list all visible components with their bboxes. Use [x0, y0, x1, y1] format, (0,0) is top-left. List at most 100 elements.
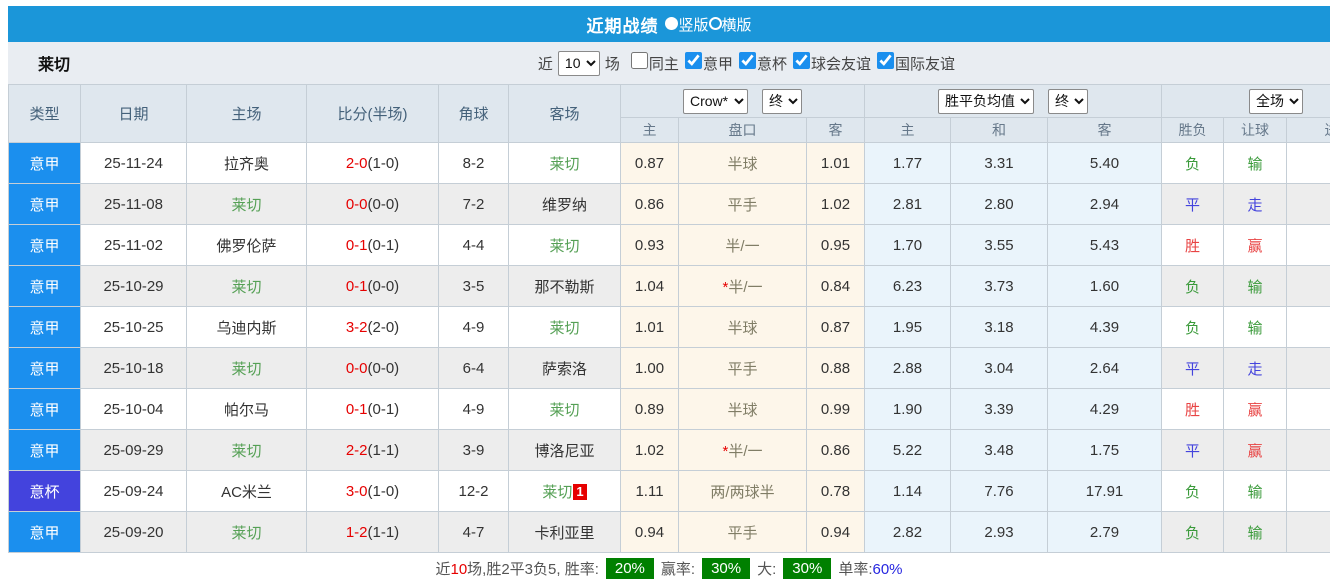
home-team-cell: 莱切 — [187, 430, 307, 471]
league-cell: 意甲 — [9, 225, 81, 266]
filter-checkbox-4[interactable] — [877, 52, 894, 69]
filter-checkbox-label-1[interactable]: 意甲 — [703, 56, 733, 73]
handicap-result-cell: 走 — [1224, 348, 1287, 389]
date-cell: 25-10-29 — [81, 266, 187, 307]
period-select[interactable]: 全场 — [1249, 89, 1303, 114]
avg-type-select[interactable]: 胜平负均值 — [938, 89, 1034, 114]
date-cell: 25-11-08 — [81, 184, 187, 225]
filter-checkbox-1[interactable] — [685, 52, 702, 69]
odds-time-select[interactable]: 终 — [762, 89, 802, 114]
handicap-result-cell: 赢 — [1224, 430, 1287, 471]
header-score: 比分(半场) — [307, 85, 439, 143]
home-team-cell: 帕尔马 — [187, 389, 307, 430]
filter-checkbox-3[interactable] — [793, 52, 810, 69]
table-row: 意甲25-10-18莱切0-0(0-0)6-4萨索洛1.00平手0.882.88… — [9, 348, 1330, 389]
away-team-cell: 莱切 — [509, 307, 621, 348]
avg-group-header: 胜平负均值 终 — [865, 85, 1162, 118]
odds-rate-label: 赢率: — [661, 558, 695, 579]
handicap-cell: 平手 — [679, 184, 807, 225]
table-row: 意甲25-11-02佛罗伦萨0-1(0-1)4-4莱切0.93半/一0.951.… — [9, 225, 1330, 266]
crow-away-odds: 0.95 — [807, 225, 865, 266]
subheader-avg-home: 主 — [865, 118, 951, 143]
avg-draw-odds: 3.18 — [951, 307, 1048, 348]
corners-cell: 4-4 — [439, 225, 509, 266]
handicap-cell: *半/一 — [679, 266, 807, 307]
handicap-result-cell: 输 — [1224, 307, 1287, 348]
team-name: 莱切 — [8, 51, 70, 75]
result-cell: 平 — [1162, 430, 1224, 471]
filter-checkbox-0[interactable] — [631, 52, 648, 69]
header-type: 类型 — [9, 85, 81, 143]
league-cell: 意甲 — [9, 266, 81, 307]
handicap-cell: 半球 — [679, 143, 807, 184]
table-row: 意甲25-11-24拉齐奥2-0(1-0)8-2莱切0.87半球1.011.77… — [9, 143, 1330, 184]
goals-result-cell: 小 — [1287, 184, 1330, 225]
crow-away-odds: 0.99 — [807, 389, 865, 430]
result-cell: 胜 — [1162, 225, 1224, 266]
league-cell: 意甲 — [9, 307, 81, 348]
subheader-handicap-result: 让球 — [1224, 118, 1287, 143]
games-label: 场 — [605, 53, 620, 74]
odds-company-select[interactable]: Crow* — [683, 89, 748, 114]
avg-home-odds: 1.77 — [865, 143, 951, 184]
corners-cell: 3-5 — [439, 266, 509, 307]
handicap-result-cell: 赢 — [1224, 389, 1287, 430]
avg-away-odds: 1.60 — [1048, 266, 1162, 307]
single-rate-text: 单率:60% — [838, 558, 902, 579]
recent-results-panel: 近期战绩 竖版横版 莱切 近 10 场 同主意甲意杯球会友谊国际友谊 — [8, 6, 1330, 584]
avg-away-odds: 4.39 — [1048, 307, 1162, 348]
crow-home-odds: 1.01 — [621, 307, 679, 348]
avg-away-odds: 5.40 — [1048, 143, 1162, 184]
filter-checkbox-label-0[interactable]: 同主 — [649, 56, 679, 73]
subheader-odds-home: 主 — [621, 118, 679, 143]
avg-draw-odds: 2.80 — [951, 184, 1048, 225]
recent-count-select[interactable]: 10 — [558, 51, 600, 76]
corners-cell: 4-9 — [439, 307, 509, 348]
result-cell: 负 — [1162, 143, 1224, 184]
score-cell: 3-0(1-0) — [307, 471, 439, 512]
crow-away-odds: 0.88 — [807, 348, 865, 389]
handicap-result-cell: 输 — [1224, 512, 1287, 553]
score-cell: 0-0(0-0) — [307, 184, 439, 225]
layout-radio-0[interactable] — [665, 17, 678, 30]
avg-time-select[interactable]: 终 — [1048, 89, 1088, 114]
corners-cell: 3-9 — [439, 430, 509, 471]
crow-home-odds: 1.02 — [621, 430, 679, 471]
subheader-handicap: 盘口 — [679, 118, 807, 143]
layout-radio-1[interactable] — [709, 17, 722, 30]
corners-cell: 7-2 — [439, 184, 509, 225]
crow-home-odds: 0.87 — [621, 143, 679, 184]
handicap-result-cell: 输 — [1224, 266, 1287, 307]
layout-radio-label-1[interactable]: 横版 — [722, 17, 752, 34]
home-team-cell: 佛罗伦萨 — [187, 225, 307, 266]
filter-checkbox-2[interactable] — [739, 52, 756, 69]
period-group-header: 全场 — [1162, 85, 1330, 118]
crow-home-odds: 1.11 — [621, 471, 679, 512]
league-cell: 意甲 — [9, 430, 81, 471]
away-team-cell: 卡利亚里 — [509, 512, 621, 553]
crow-away-odds: 0.87 — [807, 307, 865, 348]
corners-cell: 4-7 — [439, 512, 509, 553]
handicap-cell: 半球 — [679, 307, 807, 348]
filter-checkbox-label-3[interactable]: 球会友谊 — [811, 56, 871, 73]
layout-radio-label-0[interactable]: 竖版 — [678, 17, 708, 34]
goals-result-cell: 小 — [1287, 389, 1330, 430]
avg-draw-odds: 7.76 — [951, 471, 1048, 512]
avg-draw-odds: 2.93 — [951, 512, 1048, 553]
avg-draw-odds: 3.31 — [951, 143, 1048, 184]
result-cell: 负 — [1162, 512, 1224, 553]
away-team-cell: 萨索洛 — [509, 348, 621, 389]
goals-result-cell: 小 — [1287, 471, 1330, 512]
subheader-goals-result: 进球 — [1287, 118, 1330, 143]
avg-away-odds: 17.91 — [1048, 471, 1162, 512]
result-cell: 胜 — [1162, 389, 1224, 430]
table-row: 意甲25-09-20莱切1-2(1-1)4-7卡利亚里0.94平手0.942.8… — [9, 512, 1330, 553]
handicap-result-cell: 走 — [1224, 184, 1287, 225]
filter-checkbox-label-4[interactable]: 国际友谊 — [895, 56, 955, 73]
odds-group-header: Crow* 终 — [621, 85, 865, 118]
summary-text: 近10场,胜2平3负5, 胜率: — [435, 558, 598, 579]
filter-checkbox-label-2[interactable]: 意杯 — [757, 56, 787, 73]
avg-away-odds: 2.64 — [1048, 348, 1162, 389]
avg-draw-odds: 3.73 — [951, 266, 1048, 307]
score-cell: 0-1(0-0) — [307, 266, 439, 307]
